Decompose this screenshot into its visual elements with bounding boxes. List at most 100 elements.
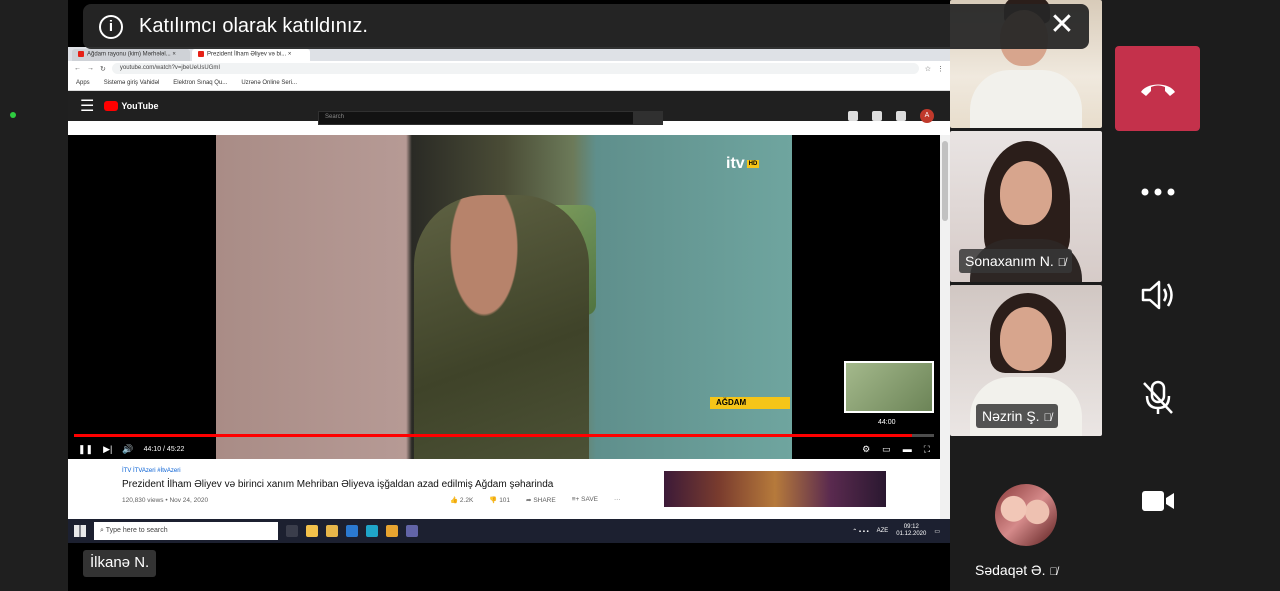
- store-icon[interactable]: [326, 525, 338, 537]
- teams-icon[interactable]: [406, 525, 418, 537]
- end-call-button[interactable]: [1115, 46, 1200, 131]
- share-button[interactable]: ➦ SHARE: [526, 496, 556, 504]
- mute-button[interactable]: [1136, 376, 1180, 420]
- sidebar-ad-thumbnail[interactable]: [664, 471, 886, 507]
- volume-icon[interactable]: 🔊: [122, 444, 133, 455]
- mail-icon[interactable]: [346, 525, 358, 537]
- browser-toolbar: ← → ↻ youtube.com/watch?v=jbeUeUsUGmI ☆ …: [68, 61, 950, 76]
- participant-avatar[interactable]: [995, 484, 1057, 546]
- progress-fill: [74, 434, 912, 437]
- browser-tab-1[interactable]: Ağdam rayonu (kim) Mərhələl... ×: [72, 49, 190, 61]
- video-info: İTV İTVAzeri #İtvAzeri Prezident İlham Ə…: [68, 459, 940, 519]
- mic-muted-icon: 🎙̸: [1049, 566, 1058, 578]
- like-button[interactable]: 👍 2.2K: [450, 496, 473, 504]
- bookmark-item[interactable]: Apps: [76, 80, 90, 86]
- mic-muted-icon: 🎙̸: [1057, 257, 1066, 269]
- youtube-header-icons: A: [848, 109, 934, 123]
- hamburger-icon[interactable]: ☰: [80, 96, 94, 116]
- participant-video-tile[interactable]: Nəzrin Ş. 🎙̸: [950, 285, 1102, 436]
- participant-face: [1000, 161, 1052, 225]
- video-player[interactable]: itv HD AĞDAM 44:00 ❚❚ ▶| 🔊 44:10 / 45:22 …: [68, 135, 940, 459]
- shared-screen: Ağdam rayonu (kim) Mərhələl... × Prezide…: [68, 0, 950, 591]
- location-caption: AĞDAM: [710, 397, 790, 409]
- video-frame: itv HD AĞDAM: [216, 135, 792, 459]
- phone-hangup-icon: [1140, 84, 1175, 96]
- youtube-search-button[interactable]: [633, 111, 663, 125]
- itv-logo: itv HD: [726, 155, 760, 172]
- browser-tabs: Ağdam rayonu (kim) Mərhələl... × Prezide…: [68, 47, 950, 61]
- notification-banner: i Katılımcı olarak katıldınız. ✕: [83, 4, 1089, 49]
- bookmark-item[interactable]: Sistemə giriş Vahidəl: [104, 80, 160, 86]
- status-dot: [10, 112, 16, 118]
- participant-name-tag: Nəzrin Ş. 🎙̸: [976, 404, 1058, 428]
- apps-grid-icon[interactable]: [872, 111, 882, 121]
- player-controls: ❚❚ ▶| 🔊 44:10 / 45:22 ⚙ ▭ ▬ ⛶: [78, 442, 930, 456]
- browser-tab-2[interactable]: Prezident İlham Əliyev və bi... ×: [192, 49, 310, 61]
- theater-mode-icon[interactable]: ▬: [903, 444, 912, 455]
- participant-video-tile[interactable]: Sonaxanım N. 🎙̸: [950, 131, 1102, 282]
- more-options-icon: [1141, 188, 1175, 196]
- close-icon[interactable]: ✕: [1047, 10, 1077, 41]
- taskbar-search[interactable]: ⌕ Type here to search: [94, 522, 278, 540]
- windows-taskbar: ⌕ Type here to search ⌃ ▪ ▪ ▪ AZE 09:12 0…: [68, 519, 950, 543]
- create-video-icon[interactable]: [848, 111, 858, 121]
- speaker-button[interactable]: [1136, 273, 1180, 317]
- menu-dots-icon[interactable]: ⋮: [937, 65, 944, 73]
- camera-button[interactable]: [1136, 479, 1180, 523]
- info-icon: i: [99, 14, 123, 39]
- back-icon[interactable]: ←: [74, 65, 81, 72]
- shared-desktop: Ağdam rayonu (kim) Mərhələl... × Prezide…: [68, 47, 950, 543]
- participant-name-tag: Sonaxanım N. 🎙̸: [959, 249, 1072, 273]
- view-count: 120,830 views • Nov 24, 2020: [122, 497, 209, 504]
- seek-preview-thumbnail: [844, 361, 934, 413]
- windows-start-icon[interactable]: [74, 525, 86, 537]
- system-tray: ⌃ ▪ ▪ ▪ AZE 09:12 01.12.2020 ▭: [852, 524, 950, 538]
- more-actions-icon[interactable]: ···: [614, 496, 621, 504]
- tray-icons[interactable]: ⌃ ▪ ▪ ▪: [852, 528, 868, 535]
- left-strip: [0, 0, 68, 591]
- settings-gear-icon[interactable]: ⚙: [862, 444, 870, 455]
- video-progress-bar[interactable]: [74, 434, 934, 437]
- page-scrollbar[interactable]: [940, 135, 950, 519]
- fullscreen-icon[interactable]: ⛶: [924, 444, 930, 455]
- seek-preview-time: 44:00: [878, 419, 896, 426]
- bookmark-item[interactable]: Elektron Sınaq Qu...: [173, 80, 227, 86]
- speaker-icon: [1141, 280, 1173, 310]
- next-icon[interactable]: ▶|: [103, 444, 112, 455]
- scrollbar-thumb[interactable]: [942, 141, 948, 221]
- mic-muted-icon: [1143, 380, 1173, 414]
- language-indicator[interactable]: AZE: [877, 528, 889, 534]
- task-view-icon[interactable]: [286, 525, 298, 537]
- notifications-icon[interactable]: ▭: [934, 528, 940, 535]
- time-display: 44:10 / 45:22: [143, 445, 185, 453]
- video-person: [414, 195, 589, 459]
- participant-face: [1000, 307, 1052, 371]
- address-bar[interactable]: youtube.com/watch?v=jbeUeUsUGmI: [111, 63, 919, 74]
- camera-icon: [1142, 491, 1174, 511]
- reload-icon[interactable]: ↻: [100, 65, 106, 73]
- youtube-play-icon: [104, 101, 119, 111]
- youtube-logo[interactable]: YouTube: [104, 101, 159, 111]
- banner-message: Katılımcı olarak katıldınız.: [139, 15, 368, 37]
- miniplayer-icon[interactable]: ▭: [882, 444, 891, 455]
- save-button[interactable]: ≡+ SAVE: [572, 496, 598, 504]
- pause-icon[interactable]: ❚❚: [78, 444, 93, 455]
- account-avatar[interactable]: A: [920, 109, 934, 123]
- bookmark-item[interactable]: Uzrənə Online Seri...: [241, 80, 297, 86]
- chrome-icon[interactable]: [386, 525, 398, 537]
- star-icon[interactable]: ☆: [925, 65, 931, 73]
- dislike-button[interactable]: 👎 101: [489, 496, 510, 504]
- clock[interactable]: 09:12 01.12.2020: [896, 524, 926, 538]
- youtube-favicon-icon: [198, 51, 204, 57]
- more-options-button[interactable]: [1136, 170, 1180, 214]
- youtube-search-input[interactable]: Search: [318, 111, 663, 125]
- file-explorer-icon[interactable]: [306, 525, 318, 537]
- forward-icon[interactable]: →: [87, 65, 94, 72]
- player-right-controls: ⚙ ▭ ▬ ⛶: [862, 444, 930, 455]
- video-actions: 👍 2.2K 👎 101 ➦ SHARE ≡+ SAVE ···: [450, 496, 620, 504]
- channel-tags[interactable]: İTV İTVAzeri #İtvAzeri: [122, 468, 181, 474]
- notifications-bell-icon[interactable]: [896, 111, 906, 121]
- mic-muted-icon: 🎙̸: [1043, 412, 1052, 424]
- participant-shirt: [970, 70, 1082, 128]
- edge-icon[interactable]: [366, 525, 378, 537]
